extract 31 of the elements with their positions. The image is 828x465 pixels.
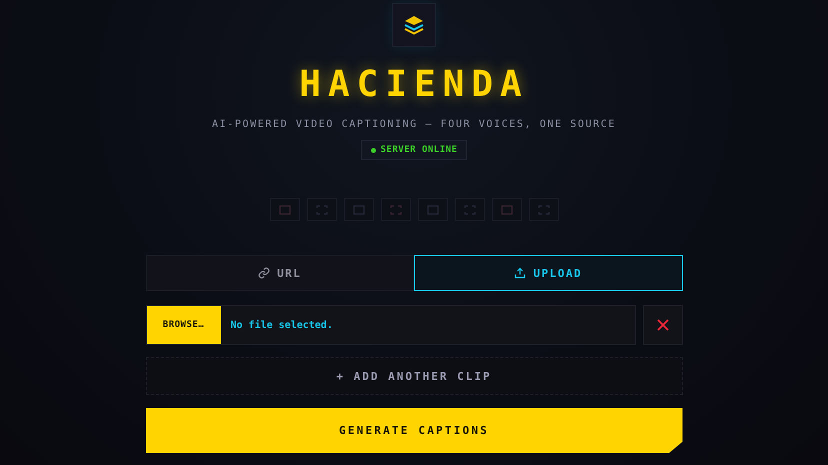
tool-tile[interactable] <box>418 198 448 221</box>
generate-button[interactable]: GENERATE CAPTIONS <box>146 408 682 453</box>
file-field[interactable]: BROWSE… No file selected. <box>146 305 636 345</box>
tool-tile[interactable] <box>528 198 558 221</box>
clear-button[interactable] <box>642 305 682 345</box>
corners-icon <box>464 204 476 214</box>
corners-icon <box>538 204 550 214</box>
frame-icon <box>500 204 512 214</box>
source-tab[interactable]: UPLOAD <box>414 255 682 291</box>
tool-tile[interactable] <box>306 198 336 221</box>
tool-tile[interactable] <box>270 198 300 221</box>
close-icon <box>656 319 668 331</box>
frame-icon <box>352 204 364 214</box>
layers-icon <box>403 14 425 36</box>
corners-icon <box>316 204 328 214</box>
corners-icon <box>390 204 402 214</box>
tool-tile[interactable] <box>380 198 410 221</box>
add-clip-button[interactable]: + ADD ANOTHER CLIP <box>146 357 682 395</box>
upload-icon <box>514 267 526 279</box>
tagline: AI-POWERED VIDEO CAPTIONING — FOUR VOICES, ONE SOURCE <box>212 119 616 130</box>
source-tab[interactable]: URL <box>146 255 414 291</box>
frame-icon <box>278 204 290 214</box>
file-name: No file selected. <box>230 320 333 330</box>
tool-tile[interactable] <box>492 198 522 221</box>
frame-icon <box>426 204 438 214</box>
browse-button[interactable]: BROWSE… <box>146 306 220 344</box>
status-label: SERVER ONLINE <box>380 145 458 155</box>
tool-tile[interactable] <box>344 198 374 221</box>
tool-tile[interactable] <box>454 198 484 221</box>
app-title: HACIENDA <box>299 65 529 105</box>
link-icon <box>258 267 270 279</box>
